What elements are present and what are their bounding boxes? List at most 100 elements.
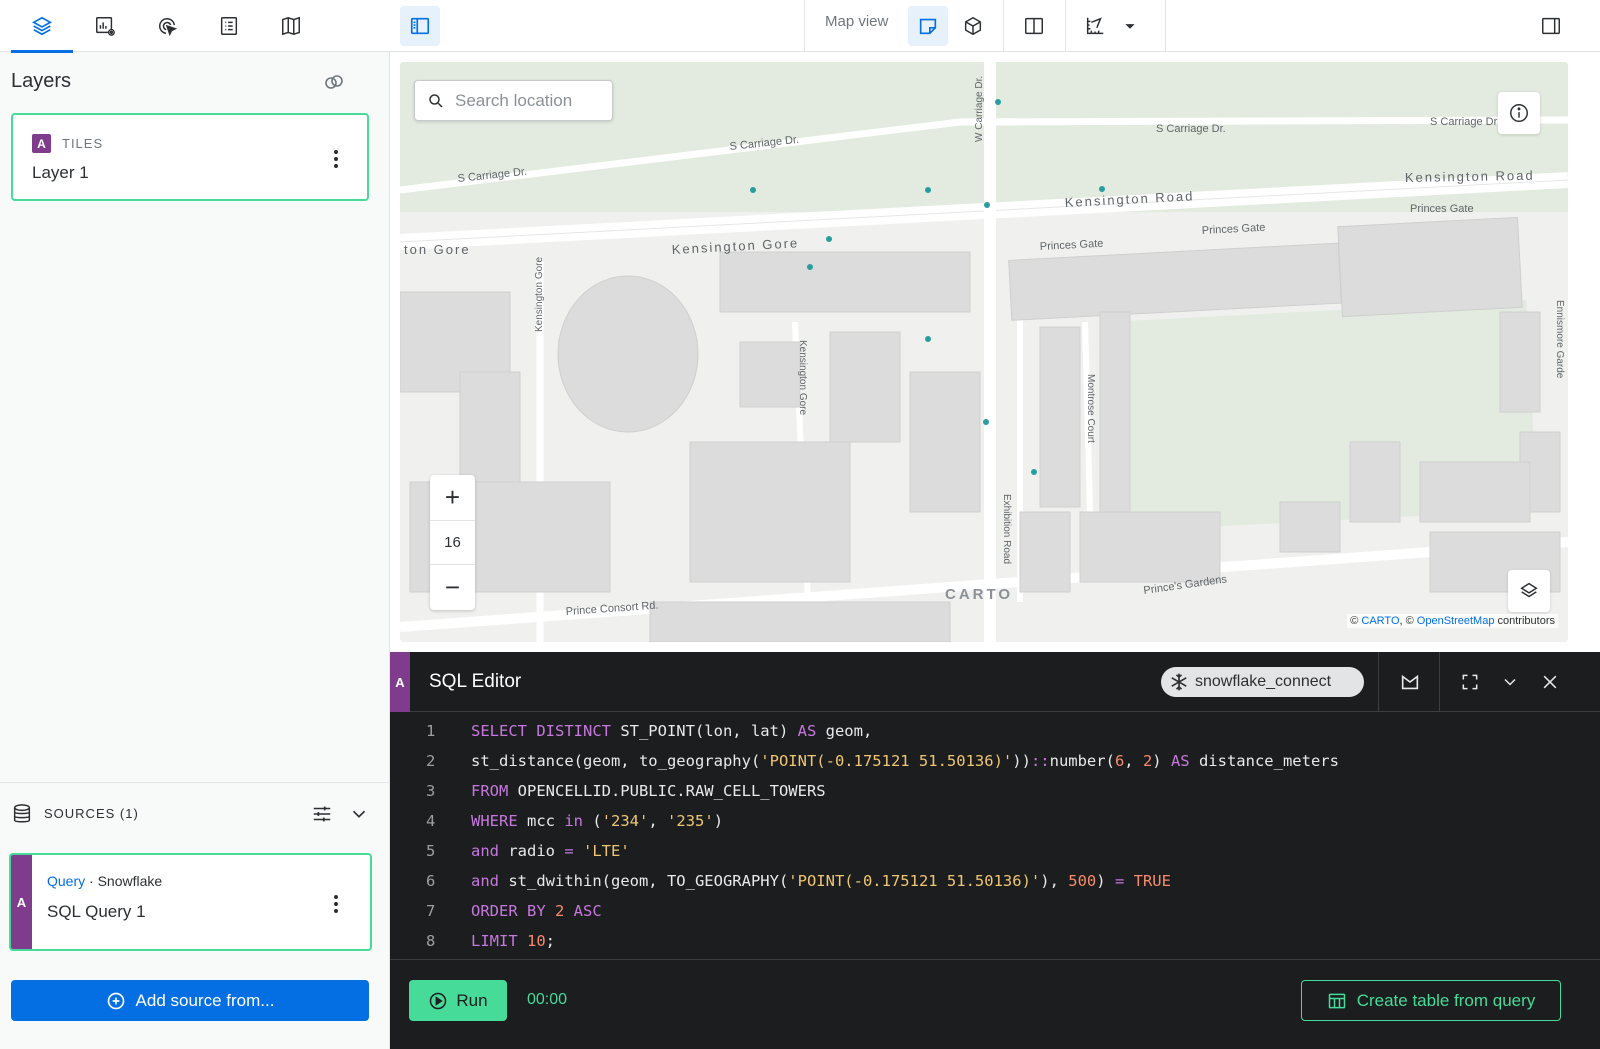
toggle-panel-button[interactable] bbox=[400, 6, 440, 46]
code-text: LIMIT 10; bbox=[471, 926, 555, 956]
link-layers-icon[interactable] bbox=[322, 70, 346, 94]
chevron-down-icon bbox=[1504, 678, 1516, 686]
street-label: S Carriage Dr bbox=[1430, 116, 1498, 128]
search-location-box[interactable] bbox=[414, 80, 613, 121]
street-label: ton Gore bbox=[404, 242, 471, 257]
source-separator: · bbox=[89, 873, 94, 889]
layers-stack-icon bbox=[1520, 582, 1538, 598]
code-token: ST_POINT(lon, lat) bbox=[620, 722, 798, 740]
street-label: Princes Gate bbox=[1202, 222, 1266, 237]
code-token: ) bbox=[1096, 872, 1115, 890]
attribution-separator: , © bbox=[1399, 615, 1414, 627]
code-line[interactable]: 1 SELECT DISTINCT ST_POINT(lon, lat) AS g… bbox=[390, 716, 1600, 746]
street-label: Montrose Court bbox=[1085, 374, 1096, 443]
basemap-icon bbox=[282, 16, 300, 36]
split-view-icon bbox=[1025, 17, 1043, 35]
create-table-label: Create table from query bbox=[1356, 990, 1536, 1010]
code-token: 10 bbox=[527, 932, 546, 950]
map-point[interactable] bbox=[925, 336, 931, 342]
street-label: Princes Gate bbox=[1410, 203, 1474, 215]
code-token: = bbox=[564, 842, 574, 860]
run-label: Run bbox=[456, 990, 488, 1010]
code-line[interactable]: 8 LIMIT 10; bbox=[390, 926, 1600, 956]
basemap-tiles: Kensington Road Kensington Road Kensingt… bbox=[400, 62, 1568, 642]
chevron-down-icon[interactable] bbox=[348, 803, 370, 825]
app-root: Layers A TILES Layer 1 SOURCES (1) A Que… bbox=[0, 0, 1600, 1049]
zoom-control: + 16 − bbox=[430, 475, 475, 610]
code-token: ) bbox=[713, 812, 724, 830]
tab-interactions[interactable] bbox=[136, 0, 198, 52]
tab-widgets[interactable] bbox=[74, 0, 136, 52]
map-toolbar: Map view bbox=[390, 0, 1600, 52]
map-point[interactable] bbox=[983, 419, 989, 425]
osm-link[interactable]: OpenStreetMap bbox=[1417, 615, 1495, 627]
map-info-button[interactable] bbox=[1498, 92, 1540, 134]
map-canvas[interactable]: Kensington Road Kensington Road Kensingt… bbox=[400, 62, 1568, 642]
code-token: ) bbox=[1152, 752, 1171, 770]
code-token: st_distance(geom, to_geography( bbox=[471, 752, 761, 770]
connection-chip[interactable]: snowflake_connect bbox=[1161, 667, 1364, 697]
toolbar-divider bbox=[1003, 0, 1004, 52]
code-token: :: bbox=[1030, 752, 1050, 770]
street-label: Kensington Gore bbox=[534, 257, 545, 332]
zoom-out-button[interactable]: − bbox=[430, 565, 475, 610]
line-number: 1 bbox=[426, 722, 436, 740]
sidebar-panel-icon bbox=[410, 17, 430, 35]
basemap-selector-button[interactable] bbox=[1508, 570, 1550, 612]
database-icon bbox=[13, 804, 31, 823]
tab-layers[interactable] bbox=[11, 0, 73, 53]
tab-legend[interactable] bbox=[198, 0, 260, 52]
map-point[interactable] bbox=[925, 187, 931, 193]
collapse-editor-button[interactable] bbox=[1497, 669, 1523, 695]
sql-editor-panel: A SQL Editor snowflake_connect 1 SELECT D… bbox=[390, 652, 1600, 1049]
format-query-button[interactable] bbox=[1397, 669, 1423, 695]
map-point[interactable] bbox=[984, 202, 990, 208]
close-editor-button[interactable] bbox=[1537, 669, 1563, 695]
carto-logo: CARTO bbox=[945, 586, 1014, 603]
sql-code-area[interactable]: 1 SELECT DISTINCT ST_POINT(lon, lat) AS g… bbox=[390, 716, 1600, 956]
sql-editor-title: SQL Editor bbox=[429, 671, 522, 692]
run-query-button[interactable]: Run bbox=[409, 980, 507, 1021]
code-line[interactable]: 7 ORDER BY 2 ASC bbox=[390, 896, 1600, 926]
code-text: WHERE mcc in ('234', '235') bbox=[471, 806, 723, 836]
code-token: FROM bbox=[471, 782, 509, 800]
measure-options-dropdown[interactable] bbox=[1115, 6, 1145, 46]
zoom-in-button[interactable]: + bbox=[430, 475, 475, 520]
code-line[interactable]: 5 and radio = 'LTE' bbox=[390, 836, 1600, 866]
map-point[interactable] bbox=[1031, 469, 1037, 475]
code-token: in bbox=[564, 812, 584, 830]
layer-card[interactable]: A TILES Layer 1 bbox=[11, 113, 369, 201]
layer-badge: A bbox=[32, 134, 51, 153]
measure-tool-button[interactable] bbox=[1075, 6, 1115, 46]
map-point[interactable] bbox=[1099, 186, 1105, 192]
create-table-button[interactable]: Create table from query bbox=[1301, 980, 1561, 1021]
map-point[interactable] bbox=[750, 187, 756, 193]
layer-menu-icon[interactable] bbox=[324, 147, 348, 171]
code-line[interactable]: 4 WHERE mcc in ('234', '235') bbox=[390, 806, 1600, 836]
line-number: 3 bbox=[426, 782, 436, 800]
code-token: '234' bbox=[601, 812, 649, 830]
carto-link[interactable]: CARTO bbox=[1361, 615, 1399, 627]
source-menu-icon[interactable] bbox=[324, 892, 348, 916]
source-card[interactable]: A Query · Snowflake SQL Query 1 bbox=[9, 853, 372, 951]
2d-view-button[interactable] bbox=[908, 6, 948, 46]
info-icon bbox=[1510, 104, 1528, 122]
3d-view-button[interactable] bbox=[953, 6, 993, 46]
street-label: Exhibition Road bbox=[1001, 494, 1012, 564]
search-input[interactable] bbox=[455, 89, 605, 113]
add-source-button[interactable]: Add source from... bbox=[11, 980, 369, 1021]
split-view-button[interactable] bbox=[1014, 6, 1054, 46]
map-point[interactable] bbox=[995, 99, 1001, 105]
code-line[interactable]: 3 FROM OPENCELLID.PUBLIC.RAW_CELL_TOWERS bbox=[390, 776, 1600, 806]
code-line[interactable]: 6 and st_dwithin(geom, TO_GEOGRAPHY('POIN… bbox=[390, 866, 1600, 896]
map-point[interactable] bbox=[826, 236, 832, 242]
tab-basemap[interactable] bbox=[260, 0, 322, 52]
right-panel-toggle-button[interactable] bbox=[1531, 6, 1571, 46]
fullscreen-button[interactable] bbox=[1457, 669, 1483, 695]
code-line[interactable]: 2 st_distance(geom, to_geography('POINT(-… bbox=[390, 746, 1600, 776]
map-point[interactable] bbox=[807, 264, 813, 270]
filter-sliders-icon[interactable] bbox=[311, 803, 333, 825]
code-token: ( bbox=[583, 812, 602, 830]
line-number: 6 bbox=[426, 872, 436, 890]
source-kind: Query bbox=[47, 873, 86, 889]
